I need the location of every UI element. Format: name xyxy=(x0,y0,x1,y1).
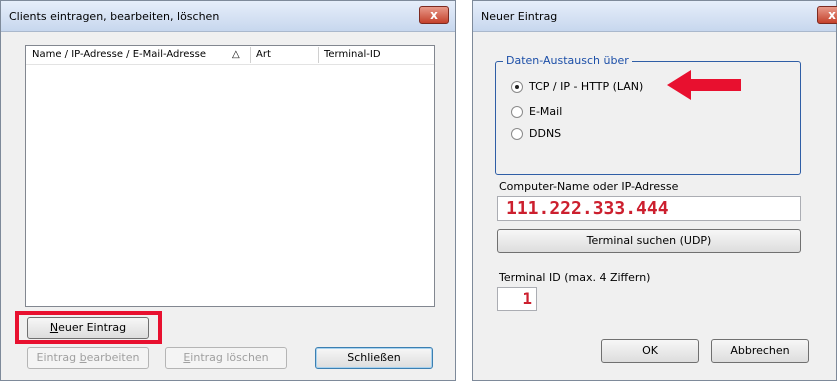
new-entry-dialog-title: Neuer Eintrag xyxy=(481,10,558,23)
column-divider[interactable] xyxy=(250,47,251,63)
delete-entry-button[interactable]: Eintrag löschen xyxy=(165,347,287,369)
close-icon: x xyxy=(828,8,836,22)
terminal-id-input[interactable]: 1 xyxy=(497,287,537,311)
close-icon: x xyxy=(430,8,438,22)
terminal-search-button[interactable]: Terminal suchen (UDP) xyxy=(497,229,801,253)
new-entry-dialog: Neuer Eintrag x Daten-Austausch über TCP… xyxy=(472,0,837,381)
delete-entry-label: intrag löschen xyxy=(190,351,269,364)
radio-option-email[interactable]: E-Mail xyxy=(511,105,611,121)
edit-entry-label-prefix: Eintrag xyxy=(36,351,80,364)
new-entry-dialog-titlebar[interactable]: Neuer Eintrag x xyxy=(473,1,837,32)
radio-selected-dot xyxy=(515,85,519,89)
computer-name-input[interactable]: 111.222.333.444 xyxy=(497,196,801,221)
new-entry-label: euer Eintrag xyxy=(58,321,127,334)
terminal-id-value: 1 xyxy=(522,289,532,308)
radio-button-tcp-ip[interactable] xyxy=(511,81,523,93)
close-dialog-button[interactable]: Schließen xyxy=(315,347,433,369)
radio-label-email[interactable]: E-Mail xyxy=(529,105,562,118)
ok-button[interactable]: OK xyxy=(601,339,699,363)
column-divider[interactable] xyxy=(318,47,319,63)
edit-entry-button[interactable]: Eintrag bearbeiten xyxy=(27,347,149,369)
clients-dialog-close-button[interactable]: x xyxy=(419,6,449,24)
clients-dialog: Clients eintragen, bearbeiten, löschen x… xyxy=(0,0,456,381)
computer-name-value: 111.222.333.444 xyxy=(506,198,669,219)
column-header-art[interactable]: Art xyxy=(256,49,271,60)
terminal-id-label: Terminal ID (max. 4 Ziffern) xyxy=(499,271,651,284)
cancel-button[interactable]: Abbrechen xyxy=(711,339,809,363)
radio-button-ddns[interactable] xyxy=(511,128,523,140)
radio-option-tcp-ip[interactable]: TCP / IP - HTTP (LAN) xyxy=(511,80,671,96)
clients-dialog-title: Clients eintragen, bearbeiten, löschen xyxy=(9,10,220,23)
clients-dialog-titlebar[interactable]: Clients eintragen, bearbeiten, löschen x xyxy=(1,1,455,32)
radio-label-ddns[interactable]: DDNS xyxy=(529,127,561,140)
annotation-arrow-icon xyxy=(667,70,741,100)
radio-button-email[interactable] xyxy=(511,106,523,118)
edit-entry-mnemonic: b xyxy=(79,351,87,364)
edit-entry-label-rest: earbeiten xyxy=(86,351,140,364)
new-entry-mnemonic: N xyxy=(49,321,59,334)
column-header-name[interactable]: Name / IP-Adresse / E-Mail-Adresse xyxy=(32,49,206,60)
sort-ascending-icon: △ xyxy=(232,49,240,60)
computer-name-label: Computer-Name oder IP-Adresse xyxy=(499,180,679,193)
column-header-terminal-id[interactable]: Terminal-ID xyxy=(324,49,381,60)
clients-list[interactable]: Name / IP-Adresse / E-Mail-Adresse △ Art… xyxy=(25,45,435,307)
radio-label-tcp-ip[interactable]: TCP / IP - HTTP (LAN) xyxy=(529,80,643,93)
data-exchange-legend: Daten-Austausch über xyxy=(503,54,632,67)
clients-list-header: Name / IP-Adresse / E-Mail-Adresse △ Art… xyxy=(26,46,434,65)
new-entry-button[interactable]: Neuer Eintrag xyxy=(27,317,149,339)
radio-option-ddns[interactable]: DDNS xyxy=(511,127,611,143)
new-entry-dialog-close-button[interactable]: x xyxy=(817,6,837,24)
